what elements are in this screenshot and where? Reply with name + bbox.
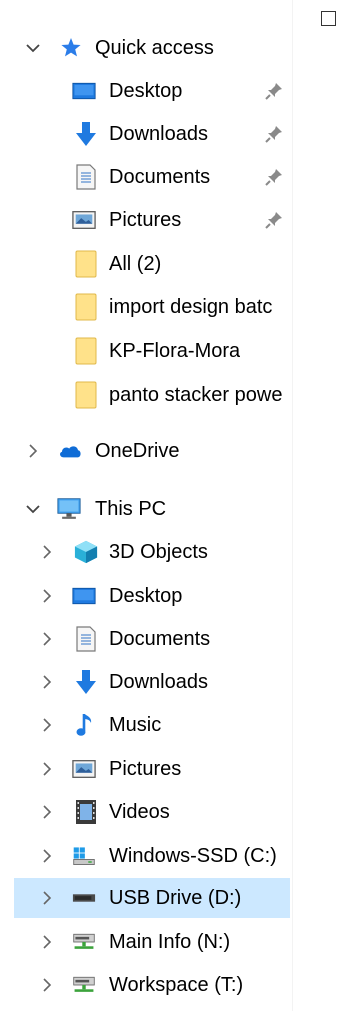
chevron-right-icon[interactable] (39, 848, 55, 864)
downloads-icon (74, 122, 98, 146)
item-label: Pictures (109, 758, 182, 780)
item-label: Documents (109, 628, 211, 650)
chevron-right-icon[interactable] (39, 934, 55, 950)
this-pc-item-3d-objects[interactable]: 3D Objects (0, 532, 292, 572)
chevron-down-icon[interactable] (25, 40, 41, 56)
this-pc-item-pictures[interactable]: Pictures (0, 749, 292, 789)
content-pane-edge (292, 0, 351, 1011)
this-pc-item-documents[interactable]: Documents (0, 619, 292, 659)
select-all-checkbox[interactable] (321, 11, 336, 26)
navigation-pane[interactable]: Quick access Desktop Downloads Documents (0, 0, 292, 1011)
quick-access-item-pictures[interactable]: Pictures (0, 200, 292, 240)
quick-access-item-documents[interactable]: Documents (0, 157, 292, 197)
chevron-right-icon[interactable] (39, 761, 55, 777)
chevron-right-icon[interactable] (25, 443, 41, 459)
item-label: Documents (109, 166, 211, 188)
pin-icon[interactable] (264, 210, 284, 230)
folder-icon (74, 250, 98, 278)
folder-icon (74, 293, 98, 321)
chevron-right-icon[interactable] (39, 804, 55, 820)
item-label: Desktop (109, 585, 183, 607)
chevron-right-icon[interactable] (39, 588, 55, 604)
item-label: import design batc (109, 296, 273, 318)
downloads-icon (74, 670, 98, 694)
pin-icon[interactable] (264, 81, 284, 101)
quick-access-node[interactable]: Quick access (0, 28, 292, 68)
chevron-right-icon[interactable] (39, 717, 55, 733)
star-icon (59, 36, 83, 60)
folder-icon (74, 381, 98, 409)
this-pc-item-usb-drive[interactable]: USB Drive (D:) (14, 878, 290, 918)
onedrive-cloud-icon (58, 439, 82, 463)
usb-drive-icon (72, 886, 96, 910)
this-pc-item-music[interactable]: Music (0, 705, 292, 745)
chevron-right-icon[interactable] (39, 631, 55, 647)
onedrive-node[interactable]: OneDrive (0, 431, 292, 471)
item-label: Desktop (109, 80, 183, 102)
item-label: 3D Objects (109, 541, 208, 563)
documents-icon (74, 626, 98, 652)
quick-access-item-all[interactable]: All (2) (0, 244, 292, 284)
quick-access-label: Quick access (95, 37, 214, 59)
this-pc-item-main-info[interactable]: Main Info (N:) (0, 922, 292, 962)
item-label: USB Drive (D:) (109, 887, 242, 909)
desktop-icon (72, 79, 96, 103)
3d-objects-icon (74, 540, 98, 564)
pin-icon[interactable] (264, 124, 284, 144)
pin-icon[interactable] (264, 167, 284, 187)
item-label: Main Info (N:) (109, 931, 231, 953)
this-pc-item-desktop[interactable]: Desktop (0, 576, 292, 616)
item-label: Downloads (109, 671, 208, 693)
this-pc-item-downloads[interactable]: Downloads (0, 662, 292, 702)
quick-access-item-panto-stacker[interactable]: panto stacker powe (0, 375, 292, 415)
item-label: Workspace (T:) (109, 974, 244, 996)
item-label: KP-Flora-Mora (109, 340, 241, 362)
desktop-icon (72, 584, 96, 608)
pictures-icon (72, 757, 96, 781)
chevron-down-icon[interactable] (25, 501, 41, 517)
network-drive-icon (72, 973, 96, 997)
this-pc-label: This PC (95, 498, 167, 520)
item-label: Music (109, 714, 162, 736)
onedrive-label: OneDrive (95, 440, 180, 462)
item-label: Downloads (109, 123, 208, 145)
documents-icon (74, 164, 98, 190)
item-label: Windows-SSD (C:) (109, 845, 277, 867)
item-label: panto stacker powe (109, 384, 283, 406)
network-drive-icon (72, 930, 96, 954)
item-label: Pictures (109, 209, 182, 231)
chevron-right-icon[interactable] (39, 674, 55, 690)
quick-access-item-desktop[interactable]: Desktop (0, 71, 292, 111)
windows-drive-icon (72, 844, 96, 868)
this-pc-node[interactable]: This PC (0, 489, 292, 529)
chevron-right-icon[interactable] (39, 977, 55, 993)
item-label: Videos (109, 801, 170, 823)
pictures-icon (72, 208, 96, 232)
quick-access-item-kp-flora-mora[interactable]: KP-Flora-Mora (0, 331, 292, 371)
this-pc-item-videos[interactable]: Videos (0, 792, 292, 832)
chevron-right-icon[interactable] (39, 890, 55, 906)
folder-icon (74, 337, 98, 365)
chevron-right-icon[interactable] (39, 544, 55, 560)
this-pc-item-workspace[interactable]: Workspace (T:) (0, 965, 292, 1005)
quick-access-item-import-design-batch[interactable]: import design batc (0, 287, 292, 327)
music-icon (74, 713, 98, 737)
quick-access-item-downloads[interactable]: Downloads (0, 114, 292, 154)
item-label: All (2) (109, 253, 162, 275)
videos-icon (74, 800, 98, 824)
computer-icon (57, 497, 81, 521)
this-pc-item-windows-ssd[interactable]: Windows-SSD (C:) (0, 836, 292, 876)
